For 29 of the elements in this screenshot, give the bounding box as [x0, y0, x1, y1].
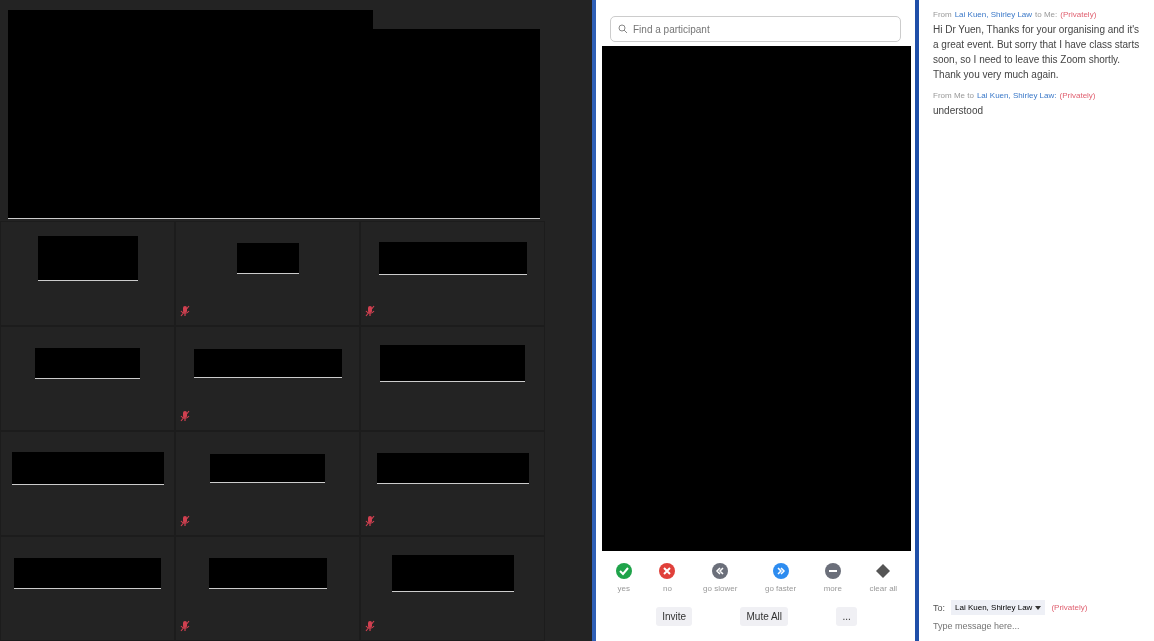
search-field[interactable]: Find a participant — [610, 16, 901, 42]
message-meta: From — [933, 10, 952, 19]
reaction-button[interactable]: no — [659, 563, 676, 593]
caret-icon — [1035, 605, 1042, 610]
message-text: Hi Dr Yuen, Thanks for your organising and it's a great event. But sorry that I have class starts soon, so I need to leave this Zoom shortly. Thank you very much again. — [933, 23, 1141, 82]
search-icon — [618, 24, 628, 34]
reaction-button[interactable]: more — [823, 563, 842, 593]
message-meta: From Me to — [933, 91, 974, 100]
privacy-label: (Privately) — [1059, 91, 1096, 100]
yes-icon — [615, 563, 632, 579]
message-meta: to Me: — [1035, 10, 1058, 19]
sender-link[interactable]: Lai Kuen, Shirley Law: — [976, 91, 1057, 100]
reaction-button[interactable]: clear all — [869, 563, 898, 593]
slower-icon — [712, 563, 729, 579]
privacy-label: (Privately) — [1051, 603, 1088, 612]
no-icon — [659, 563, 676, 579]
panel-button[interactable]: ... — [836, 607, 857, 626]
panel-button[interactable]: Invite — [656, 607, 693, 626]
to-label: To: — [933, 602, 945, 613]
redaction-block — [236, 243, 299, 274]
reaction-button[interactable]: yes — [615, 563, 632, 593]
reaction-button[interactable]: go slower — [703, 563, 738, 593]
panel-button[interactable]: Mute All — [740, 607, 789, 626]
reaction-button[interactable]: go faster — [764, 563, 797, 593]
faster-icon — [772, 563, 789, 579]
sender-link[interactable]: Lai Kuen, Shirley Law — [954, 10, 1033, 19]
message-text: understood — [933, 104, 985, 118]
recipient-dropdown[interactable]: Lai Kuen, Shirley Law — [951, 600, 1046, 615]
privacy-label: (Privately) — [1060, 10, 1097, 19]
